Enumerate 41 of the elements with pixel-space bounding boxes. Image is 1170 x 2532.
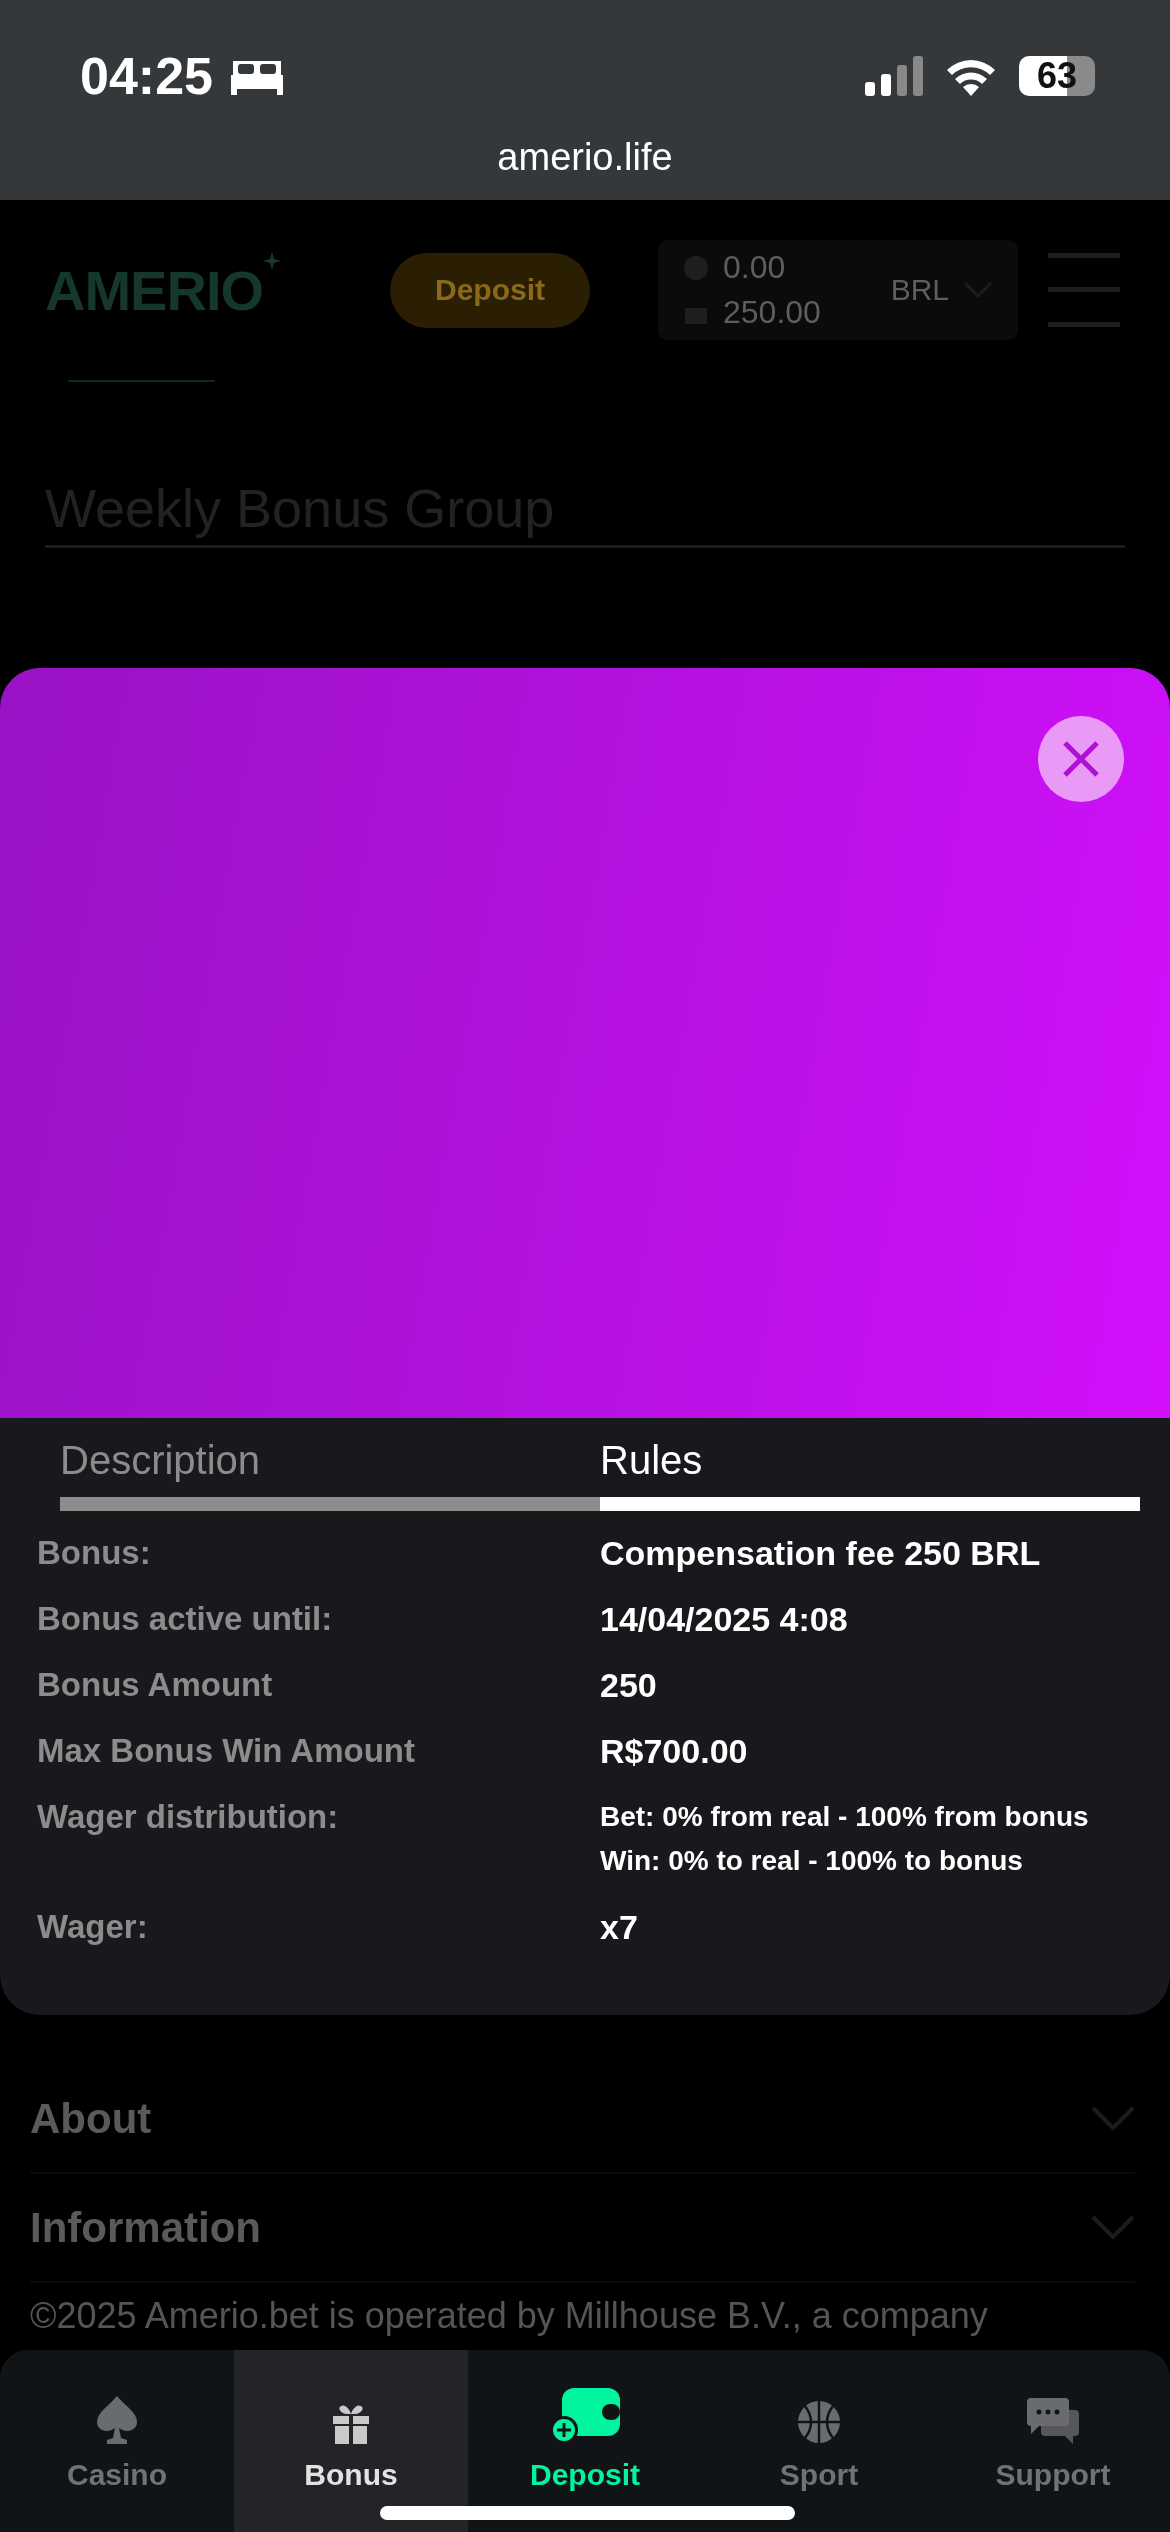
modal-tab[interactable]: Description	[60, 1438, 600, 1511]
nav-tab[interactable]: Sport	[702, 2350, 936, 2532]
rule-label: Max Bonus Win Amount	[37, 1733, 416, 1769]
rule-label: Wager:	[37, 1909, 149, 1945]
deposit-button[interactable]: Deposit	[390, 252, 590, 328]
rule-value: Compensation fee 250 BRL	[600, 1535, 1042, 1571]
nav-tab[interactable]: Deposit	[468, 2350, 702, 2532]
nav-tab[interactable]: Bonus	[234, 2350, 468, 2532]
basketball-icon	[797, 2400, 841, 2444]
real-balance: 0.00	[723, 249, 786, 286]
rule-label: Bonus Amount	[37, 1667, 274, 1703]
signal-icon	[865, 56, 923, 96]
rule-value: R$700.00	[600, 1733, 749, 1769]
footer-section-title[interactable]: Information	[30, 2203, 261, 2252]
rule-label: Bonus active until:	[37, 1601, 334, 1637]
battery-icon: 63	[1019, 56, 1095, 96]
wallet-plus-icon	[550, 2388, 620, 2444]
chevron-icon[interactable]	[1091, 2214, 1135, 2241]
bonus-balance: 250.00	[723, 294, 821, 331]
menu-icon[interactable]	[1048, 253, 1120, 327]
chevron-icon[interactable]	[1091, 2105, 1135, 2132]
browser-url[interactable]: amerio.life	[497, 136, 673, 179]
modal-tab[interactable]: Rules	[600, 1438, 1140, 1511]
close-icon	[1061, 739, 1101, 779]
rule-value: x7	[600, 1909, 639, 1945]
rule-value: 14/04/2025 4:08	[600, 1601, 849, 1637]
rule-label: Wager distribution:	[37, 1799, 340, 1837]
copyright-text: ©2025 Amerio.bet is operated by Millhouse B.V., a company	[30, 2295, 989, 2337]
status-time: 04:25	[80, 46, 213, 106]
rule-value: Bet: 0% from real - 100% from bonus	[600, 1800, 1090, 1834]
nav-tab[interactable]: Support	[936, 2350, 1170, 2532]
sparkle-icon	[263, 251, 281, 270]
rule-label: Bonus:	[37, 1535, 152, 1571]
rule-value: Win: 0% to real - 100% to bonus	[600, 1844, 1024, 1878]
footer-section-title[interactable]: About	[30, 2094, 152, 2143]
balance-panel[interactable]: 0.00 250.00 BRL	[658, 240, 1018, 340]
rule-value: 250	[600, 1667, 658, 1703]
chat-icon	[1027, 2398, 1079, 2444]
currency-label: BRL	[890, 273, 949, 307]
spade-icon	[97, 2396, 137, 2444]
nav-tab[interactable]: Casino	[0, 2350, 234, 2532]
